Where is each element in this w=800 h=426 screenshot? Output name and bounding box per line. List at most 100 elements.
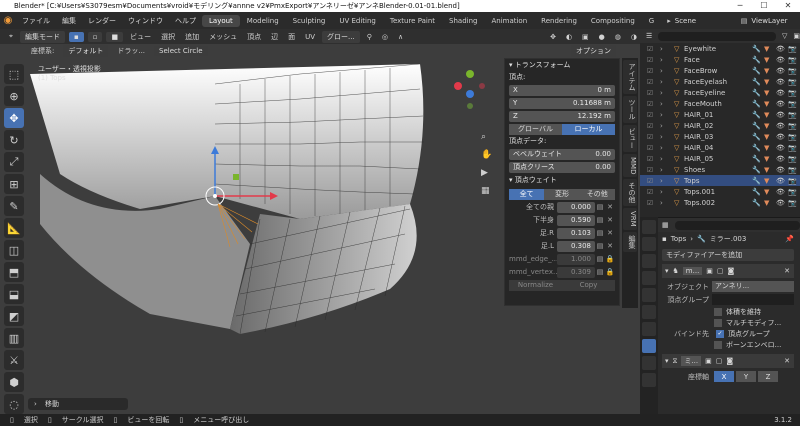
knife-tool-icon[interactable]: ⚔	[4, 350, 24, 370]
menu-select[interactable]: 選択	[158, 32, 178, 42]
modifier1-header[interactable]: ▾ ♞ m... ▣ ▢ ◙ ✕	[662, 264, 794, 278]
visibility-eye-icon[interactable]: 👁	[776, 166, 788, 174]
paste-icon[interactable]: ▤	[595, 216, 605, 224]
weight-value-field[interactable]: 0.309	[557, 266, 595, 278]
filter-icon[interactable]: ▽	[782, 32, 787, 40]
menu-edit[interactable]: 編集	[56, 16, 82, 26]
expand-icon[interactable]: ›	[660, 166, 674, 174]
menu-help[interactable]: ヘルプ	[169, 16, 202, 26]
checkbox-icon[interactable]: ☑	[640, 100, 660, 108]
tab-item[interactable]: アイテム	[623, 60, 637, 94]
select-tool-icon[interactable]: ⬚	[4, 64, 24, 84]
outliner-item[interactable]: ☑ › ▽ Face 🔧 ▼ 👁 📷	[640, 54, 800, 65]
tab-view[interactable]: ビュー	[623, 125, 637, 152]
blender-logo-icon[interactable]: ◉	[0, 15, 16, 26]
properties-editor-icon[interactable]: ▦	[662, 221, 669, 229]
modifier2-name-field[interactable]: ミ...	[681, 356, 702, 366]
workspace-tab-modeling[interactable]: Modeling	[240, 15, 286, 27]
expand-icon[interactable]: ›	[660, 188, 674, 196]
scale-tool-icon[interactable]: ⤢	[4, 152, 24, 172]
weight-value-field[interactable]: 1.000	[557, 253, 595, 265]
visibility-eye-icon[interactable]: 👁	[776, 144, 788, 152]
visibility-eye-icon[interactable]: 👁	[776, 67, 788, 75]
snap-icon[interactable]: ⚲	[364, 33, 375, 41]
y-field[interactable]: Y 0.11688 m	[509, 97, 615, 109]
workspace-tab-uv-editing[interactable]: UV Editing	[332, 15, 383, 27]
delete-icon[interactable]: ✕	[605, 242, 615, 250]
falloff-icon[interactable]: ∧	[395, 33, 406, 41]
tab-deform[interactable]: 変形	[544, 188, 580, 200]
expand-icon[interactable]: ›	[660, 89, 674, 97]
outliner-item[interactable]: ☑ › ▽ Shoes 🔧 ▼ 👁 📷	[640, 164, 800, 175]
pin-icon[interactable]: 📌	[785, 235, 794, 243]
menu-window[interactable]: ウィンドウ	[122, 16, 169, 26]
checkbox-icon[interactable]: ☑	[640, 122, 660, 130]
lock-icon[interactable]: 🔒	[605, 268, 615, 276]
modifier-props-tab-icon[interactable]	[642, 339, 656, 353]
add-cube-tool-icon[interactable]: ◫	[4, 240, 24, 260]
checkbox-icon[interactable]: ☑	[640, 111, 660, 119]
paste-icon[interactable]: ▤	[595, 203, 605, 211]
particles-tab-icon[interactable]	[642, 356, 656, 370]
tab-edit[interactable]: 編集	[623, 232, 637, 253]
rotate-tool-icon[interactable]: ↻	[4, 130, 24, 150]
visibility-eye-icon[interactable]: 👁	[776, 111, 788, 119]
render-camera-icon[interactable]: 📷	[788, 89, 800, 97]
xray-toggle-icon[interactable]: ▣	[579, 33, 592, 41]
render-camera-icon[interactable]: 📷	[788, 199, 800, 207]
tab-all[interactable]: 全て	[509, 188, 545, 200]
visibility-eye-icon[interactable]: 👁	[776, 155, 788, 163]
render-camera-icon[interactable]: 📷	[788, 188, 800, 196]
visibility-eye-icon[interactable]: 👁	[776, 89, 788, 97]
tab-vrm[interactable]: VRM	[623, 208, 637, 231]
multi-modifier-checkbox[interactable]	[714, 318, 722, 327]
workspace-tab-texture-paint[interactable]: Texture Paint	[383, 15, 442, 27]
transform-tool-icon[interactable]: ⊞	[4, 174, 24, 194]
scene-selector[interactable]: Scene	[671, 17, 741, 25]
render-camera-icon[interactable]: 📷	[788, 133, 800, 141]
modifier1-close-icon[interactable]: ✕	[784, 267, 790, 275]
local-button[interactable]: ローカル	[562, 123, 615, 135]
visibility-eye-icon[interactable]: 👁	[776, 78, 788, 86]
tab-mmd[interactable]: MMD	[623, 154, 637, 178]
outliner-item[interactable]: ☑ › ▽ FaceEyeline 🔧 ▼ 👁 📷	[640, 87, 800, 98]
expand-icon[interactable]: ›	[660, 199, 674, 207]
paste-icon[interactable]: ▤	[595, 229, 605, 237]
render-camera-icon[interactable]: 📷	[788, 177, 800, 185]
visibility-eye-icon[interactable]: 👁	[776, 177, 788, 185]
expand-icon[interactable]: ›	[660, 78, 674, 86]
editmode2-toggle-icon[interactable]: ▣	[705, 357, 712, 365]
loopcut-tool-icon[interactable]: ▥	[4, 328, 24, 348]
outliner-item[interactable]: ☑ › ▽ Tops.001 🔧 ▼ 👁 📷	[640, 186, 800, 197]
normalize-button[interactable]: Normalize	[509, 279, 562, 291]
menu-vertex[interactable]: 頂点	[244, 32, 264, 42]
editor-type-icon[interactable]: ⌖	[6, 32, 16, 41]
axis-z-toggle[interactable]: Z	[758, 371, 778, 382]
expand-icon[interactable]: ›	[660, 100, 674, 108]
outliner-item[interactable]: ☑ › ▽ HAIR_04 🔧 ▼ 👁 📷	[640, 142, 800, 153]
menu-mesh[interactable]: メッシュ	[206, 32, 240, 42]
weight-value-field[interactable]: 0.590	[557, 214, 595, 226]
checkbox-icon[interactable]: ☑	[640, 166, 660, 174]
menu-edge[interactable]: 辺	[268, 32, 281, 42]
outliner-item[interactable]: ☑ › ▽ HAIR_02 🔧 ▼ 👁 📷	[640, 120, 800, 131]
render-camera-icon[interactable]: 📷	[788, 45, 800, 53]
tab-tool[interactable]: ツール	[623, 96, 637, 123]
paste-icon[interactable]: ▤	[595, 268, 605, 276]
visibility-eye-icon[interactable]: 👁	[776, 199, 788, 207]
expand-icon[interactable]: ›	[660, 133, 674, 141]
menu-face[interactable]: 面	[285, 32, 298, 42]
render-camera-icon[interactable]: 📷	[788, 144, 800, 152]
expand-icon[interactable]: ›	[660, 122, 674, 130]
drag-selector[interactable]: ドラッ...	[114, 46, 148, 56]
render-camera-icon[interactable]: 📷	[788, 78, 800, 86]
outliner-item[interactable]: ☑ › ▽ HAIR_03 🔧 ▼ 👁 📷	[640, 131, 800, 142]
inset-tool-icon[interactable]: ⬓	[4, 284, 24, 304]
last-operator-panel[interactable]: › 移動	[28, 398, 128, 410]
visibility-eye-icon[interactable]: 👁	[776, 100, 788, 108]
options-dropdown[interactable]: オプション	[571, 45, 616, 57]
shading-solid-icon[interactable]: ●	[596, 33, 608, 41]
workspace-tab-layout[interactable]: Layout	[202, 14, 240, 27]
visibility-eye-icon[interactable]: 👁	[776, 133, 788, 141]
gizmo-toggle-icon[interactable]: ✥	[547, 33, 559, 41]
